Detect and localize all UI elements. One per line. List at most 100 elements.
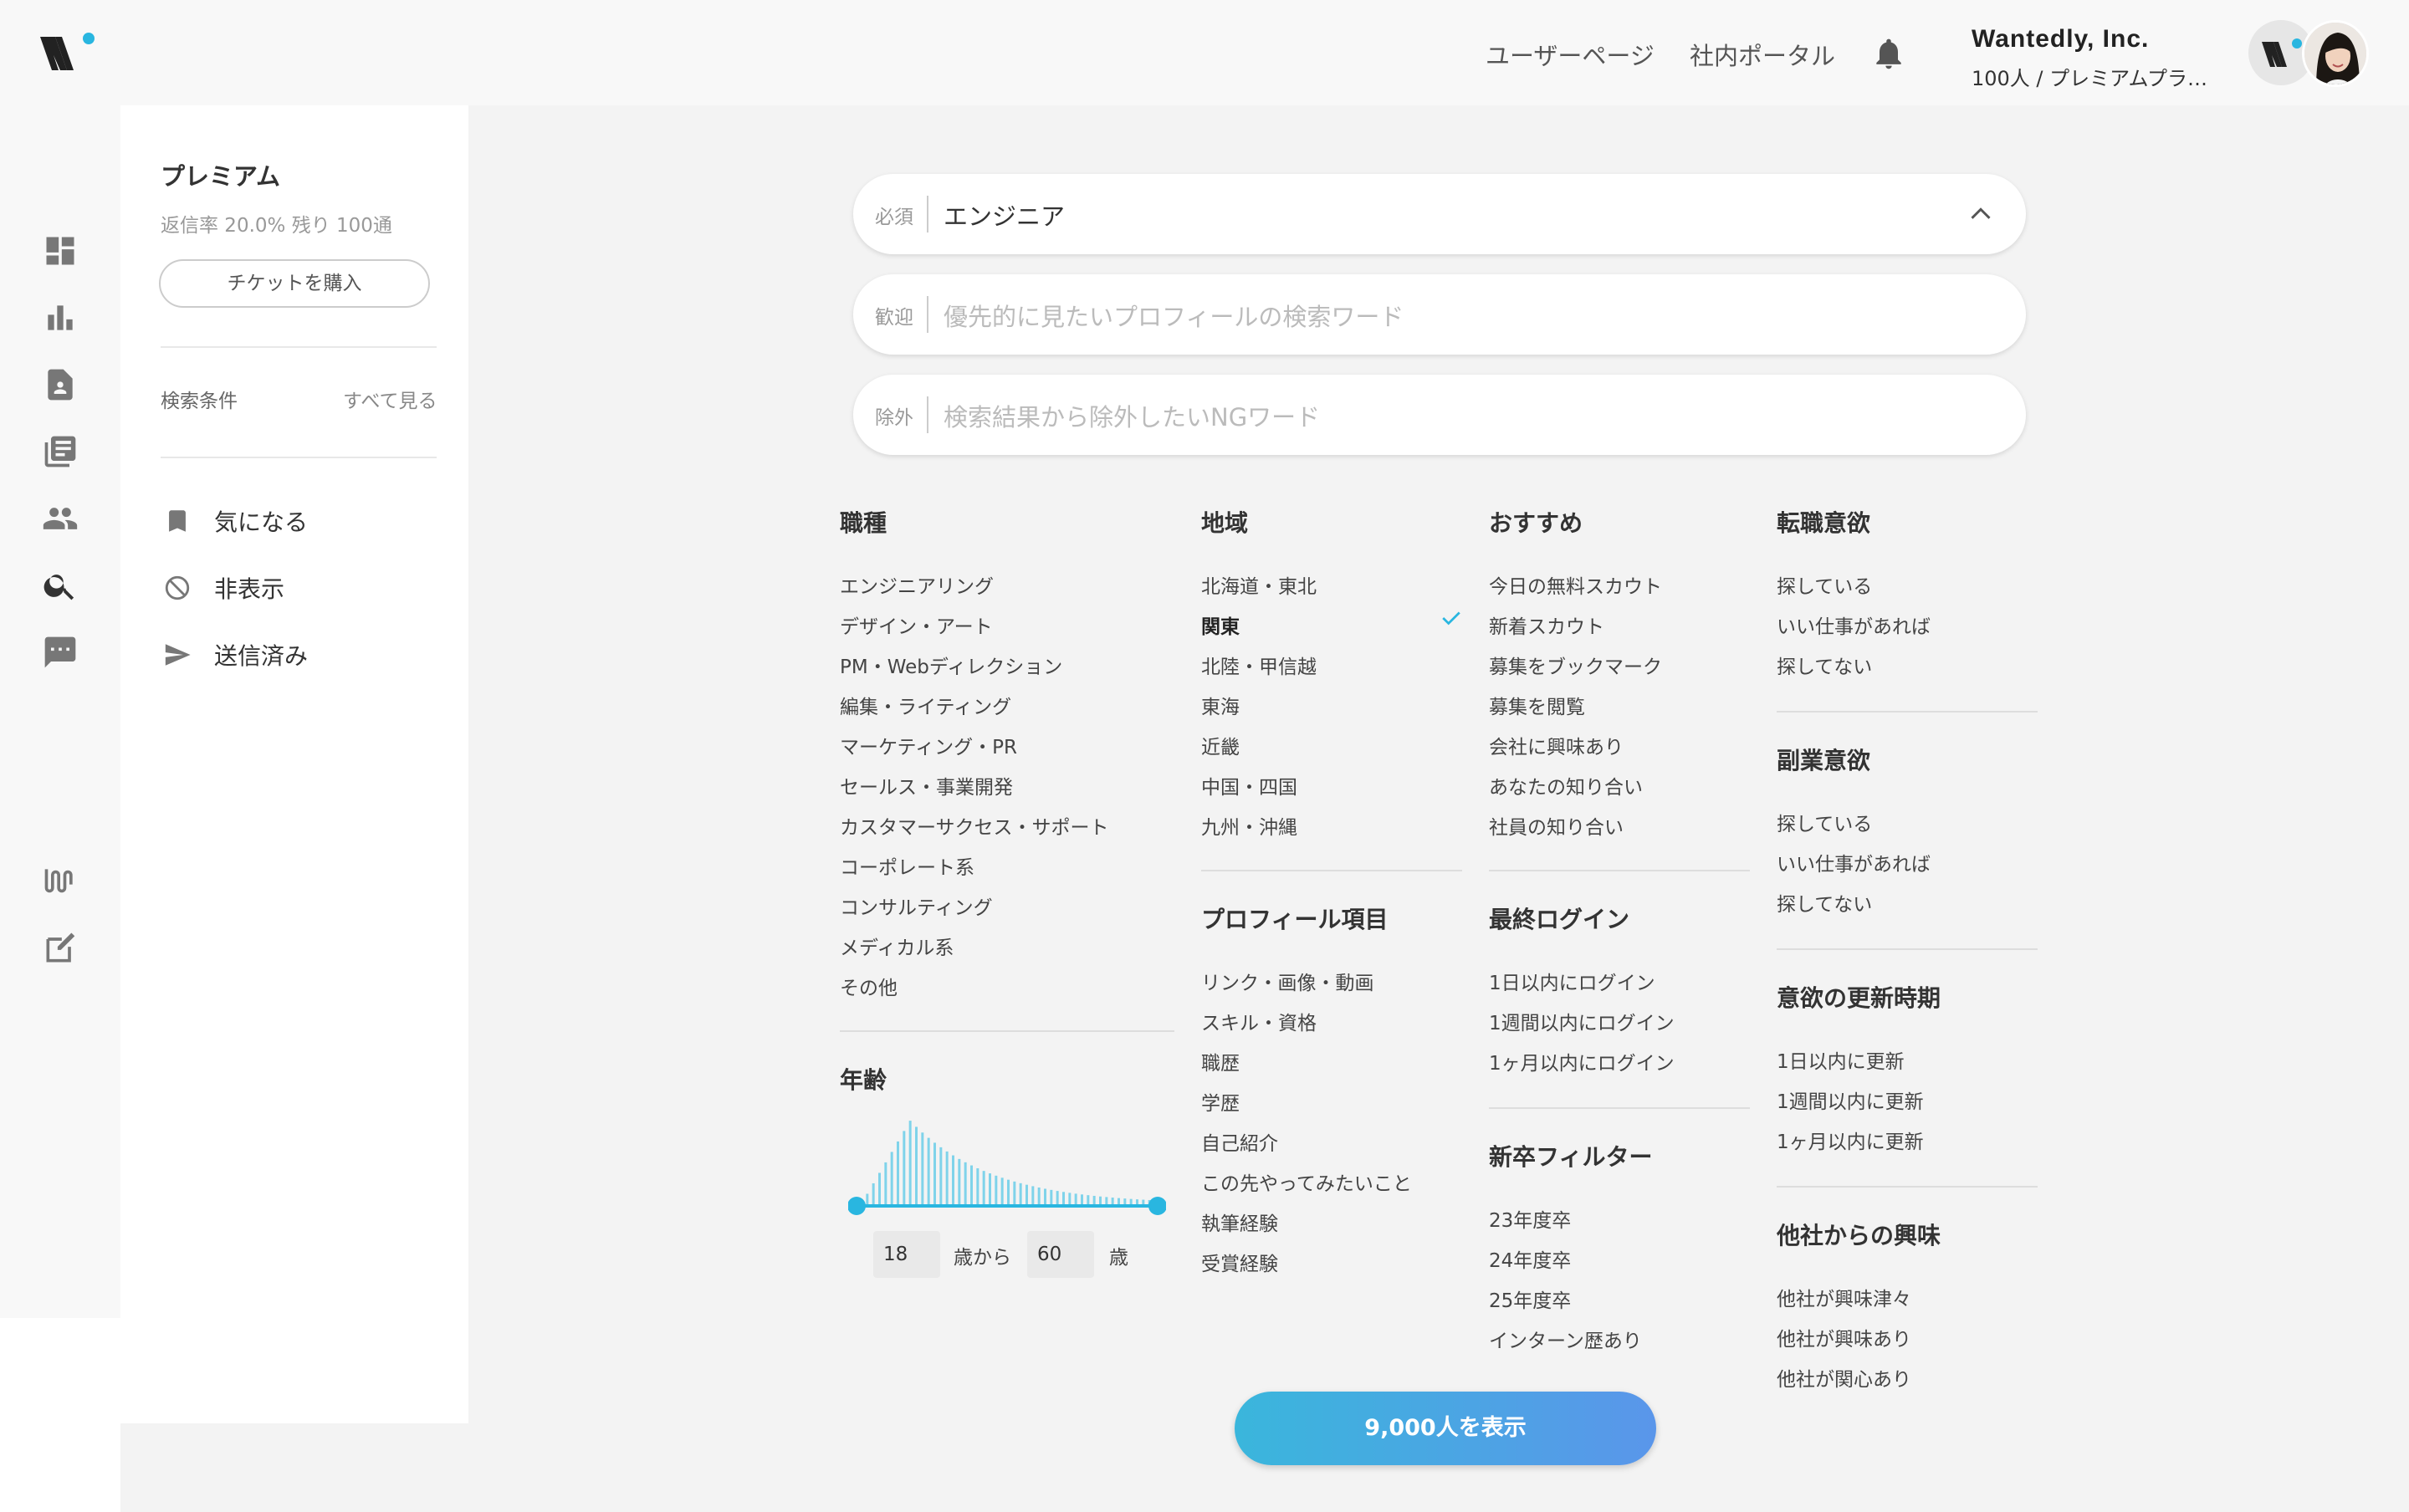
job-change-item[interactable]: 探している (1777, 570, 1872, 599)
side-job-item[interactable]: 探してない (1777, 888, 1872, 917)
wantedly-w-icon[interactable] (42, 863, 79, 900)
dashboard-icon[interactable] (42, 232, 79, 269)
age-slider-min-handle[interactable] (848, 1197, 866, 1215)
send-icon (161, 638, 194, 672)
update-item[interactable]: 1ヶ月以内に更新 (1777, 1126, 1924, 1154)
side-job-item[interactable]: いい仕事があれば (1777, 848, 1931, 876)
edit-icon[interactable] (42, 930, 79, 967)
people-icon[interactable] (42, 500, 79, 537)
last-login-item[interactable]: 1ヶ月以内にログイン (1489, 1047, 1675, 1075)
region-item[interactable]: 北海道・東北 (1201, 570, 1317, 599)
recommend-item[interactable]: 新着スカウト (1489, 610, 1604, 639)
age-slider-max-handle[interactable] (1148, 1197, 1166, 1215)
side-job-item[interactable]: 探している (1777, 808, 1872, 836)
check-icon (1440, 609, 1462, 631)
contact-icon[interactable] (42, 366, 79, 403)
wantedly-logo[interactable] (37, 30, 97, 77)
recommend-item[interactable]: 社員の知り合い (1489, 811, 1624, 840)
recommend-item[interactable]: 募集をブックマーク (1489, 651, 1662, 679)
required-keyword-value[interactable]: エンジニア (944, 197, 1065, 232)
new-grad-item[interactable]: 25年度卒 (1489, 1285, 1571, 1313)
age-histogram-bar (958, 1158, 961, 1204)
chat-icon[interactable] (42, 634, 79, 671)
occupation-item[interactable]: メディカル系 (840, 932, 954, 960)
see-all-link[interactable]: すべて見る (343, 385, 437, 413)
region-item[interactable]: 中国・四国 (1201, 771, 1297, 799)
interest-item[interactable]: 他社が興味津々 (1777, 1283, 1911, 1311)
show-results-button[interactable]: 9,000人を表示 (1235, 1392, 1656, 1465)
bar-chart-icon[interactable] (42, 299, 79, 336)
exclude-keyword-field[interactable]: 除外 検索結果から除外したいNGワード (853, 375, 2026, 455)
occupation-item[interactable]: PM・Webディレクション (840, 651, 1062, 679)
region-item[interactable]: 九州・沖縄 (1201, 811, 1297, 840)
divider (1777, 711, 2038, 713)
bell-icon[interactable] (1870, 35, 1907, 75)
profile-item[interactable]: スキル・資格 (1201, 1007, 1317, 1035)
recommend-item[interactable]: あなたの知り合い (1489, 771, 1643, 799)
menu-sent[interactable]: 送信済み (161, 634, 308, 676)
profile-item[interactable]: リンク・画像・動画 (1201, 967, 1374, 995)
exclude-keyword-placeholder[interactable]: 検索結果から除外したいNGワード (944, 398, 1320, 433)
occupation-item[interactable]: コーポレート系 (840, 851, 974, 880)
profile-item[interactable]: この先やってみたいこと (1201, 1167, 1412, 1196)
recommend-item[interactable]: 募集を閲覧 (1489, 691, 1585, 719)
age-min-input[interactable]: 18 (873, 1231, 940, 1278)
required-keyword-field[interactable]: 必須 エンジニア (853, 174, 2026, 254)
recommend-item[interactable]: 今日の無料スカウト (1489, 570, 1662, 599)
region-item[interactable]: 北陸・甲信越 (1201, 651, 1317, 679)
profile-item[interactable]: 学歴 (1201, 1087, 1240, 1116)
menu-hidden[interactable]: 非表示 (161, 567, 284, 609)
occupation-item[interactable]: その他 (840, 972, 898, 1000)
new-grad-item[interactable]: 23年度卒 (1489, 1204, 1571, 1233)
occupation-item[interactable]: コンサルティング (840, 891, 993, 920)
chevron-up-icon[interactable] (1969, 204, 1992, 226)
occupation-item[interactable]: 編集・ライティング (840, 691, 1011, 719)
age-histogram-bar (1062, 1192, 1065, 1204)
occupation-item[interactable]: マーケティング・PR (840, 731, 1017, 759)
interest-item[interactable]: 他社が関心あり (1777, 1363, 1911, 1392)
last-login-item[interactable]: 1日以内にログイン (1489, 967, 1655, 995)
update-item[interactable]: 1日以内に更新 (1777, 1045, 1905, 1074)
nav-portal-link[interactable]: 社内ポータル (1690, 37, 1835, 72)
occupation-item[interactable]: カスタマーサクセス・サポート (840, 811, 1109, 840)
profile-item[interactable]: 執筆経験 (1201, 1208, 1278, 1236)
age-histogram-slider[interactable] (848, 1112, 1166, 1216)
region-item-selected[interactable]: 関東 (1201, 610, 1240, 639)
job-change-item[interactable]: いい仕事があれば (1777, 610, 1931, 639)
age-histogram-bar (976, 1167, 979, 1204)
age-histogram-bar (921, 1132, 924, 1204)
new-grad-item[interactable]: 24年度卒 (1489, 1244, 1571, 1273)
buy-ticket-button[interactable]: チケットを購入 (159, 259, 430, 308)
age-histogram-bar (1013, 1181, 1016, 1204)
nav-user-page-link[interactable]: ユーザーページ (1486, 37, 1655, 72)
welcome-keyword-placeholder[interactable]: 優先的に見たいプロフィールの検索ワード (944, 298, 1404, 333)
block-icon (161, 571, 194, 605)
job-change-item[interactable]: 探してない (1777, 651, 1872, 679)
recommend-item[interactable]: 会社に興味あり (1489, 731, 1624, 759)
icon-rail (0, 105, 120, 1318)
interest-item[interactable]: 他社が興味あり (1777, 1323, 1911, 1351)
search-icon[interactable] (42, 567, 79, 604)
profile-item[interactable]: 職歴 (1201, 1047, 1240, 1075)
region-item[interactable]: 近畿 (1201, 731, 1240, 759)
region-item[interactable]: 東海 (1201, 691, 1240, 719)
age-histogram-bar (1142, 1199, 1145, 1204)
welcome-tag: 歓迎 (875, 307, 913, 329)
welcome-keyword-field[interactable]: 歓迎 優先的に見たいプロフィールの検索ワード (853, 274, 2026, 355)
plan-text: 100人 / プレミアムプラン ... (1972, 67, 2222, 90)
age-max-input[interactable]: 60 (1027, 1231, 1094, 1278)
occupation-item[interactable]: デザイン・アート (840, 610, 993, 639)
age-histogram-bar (1068, 1193, 1072, 1204)
profile-item[interactable]: 自己紹介 (1201, 1127, 1278, 1156)
list-icon[interactable] (42, 433, 79, 470)
occupation-item[interactable]: エンジニアリング (840, 570, 994, 599)
new-grad-item[interactable]: インターン歴あり (1489, 1325, 1642, 1353)
last-login-item[interactable]: 1週間以内にログイン (1489, 1007, 1675, 1035)
user-avatar[interactable] (2302, 20, 2369, 87)
age-title: 年齢 (840, 1066, 887, 1094)
menu-bookmark[interactable]: 気になる (161, 500, 308, 542)
update-item[interactable]: 1週間以内に更新 (1777, 1085, 1924, 1114)
profile-item[interactable]: 受賞経験 (1201, 1248, 1278, 1276)
occupation-item[interactable]: セールス・事業開発 (840, 771, 1013, 799)
company-name[interactable]: Wantedly, Inc. (1972, 25, 2149, 54)
